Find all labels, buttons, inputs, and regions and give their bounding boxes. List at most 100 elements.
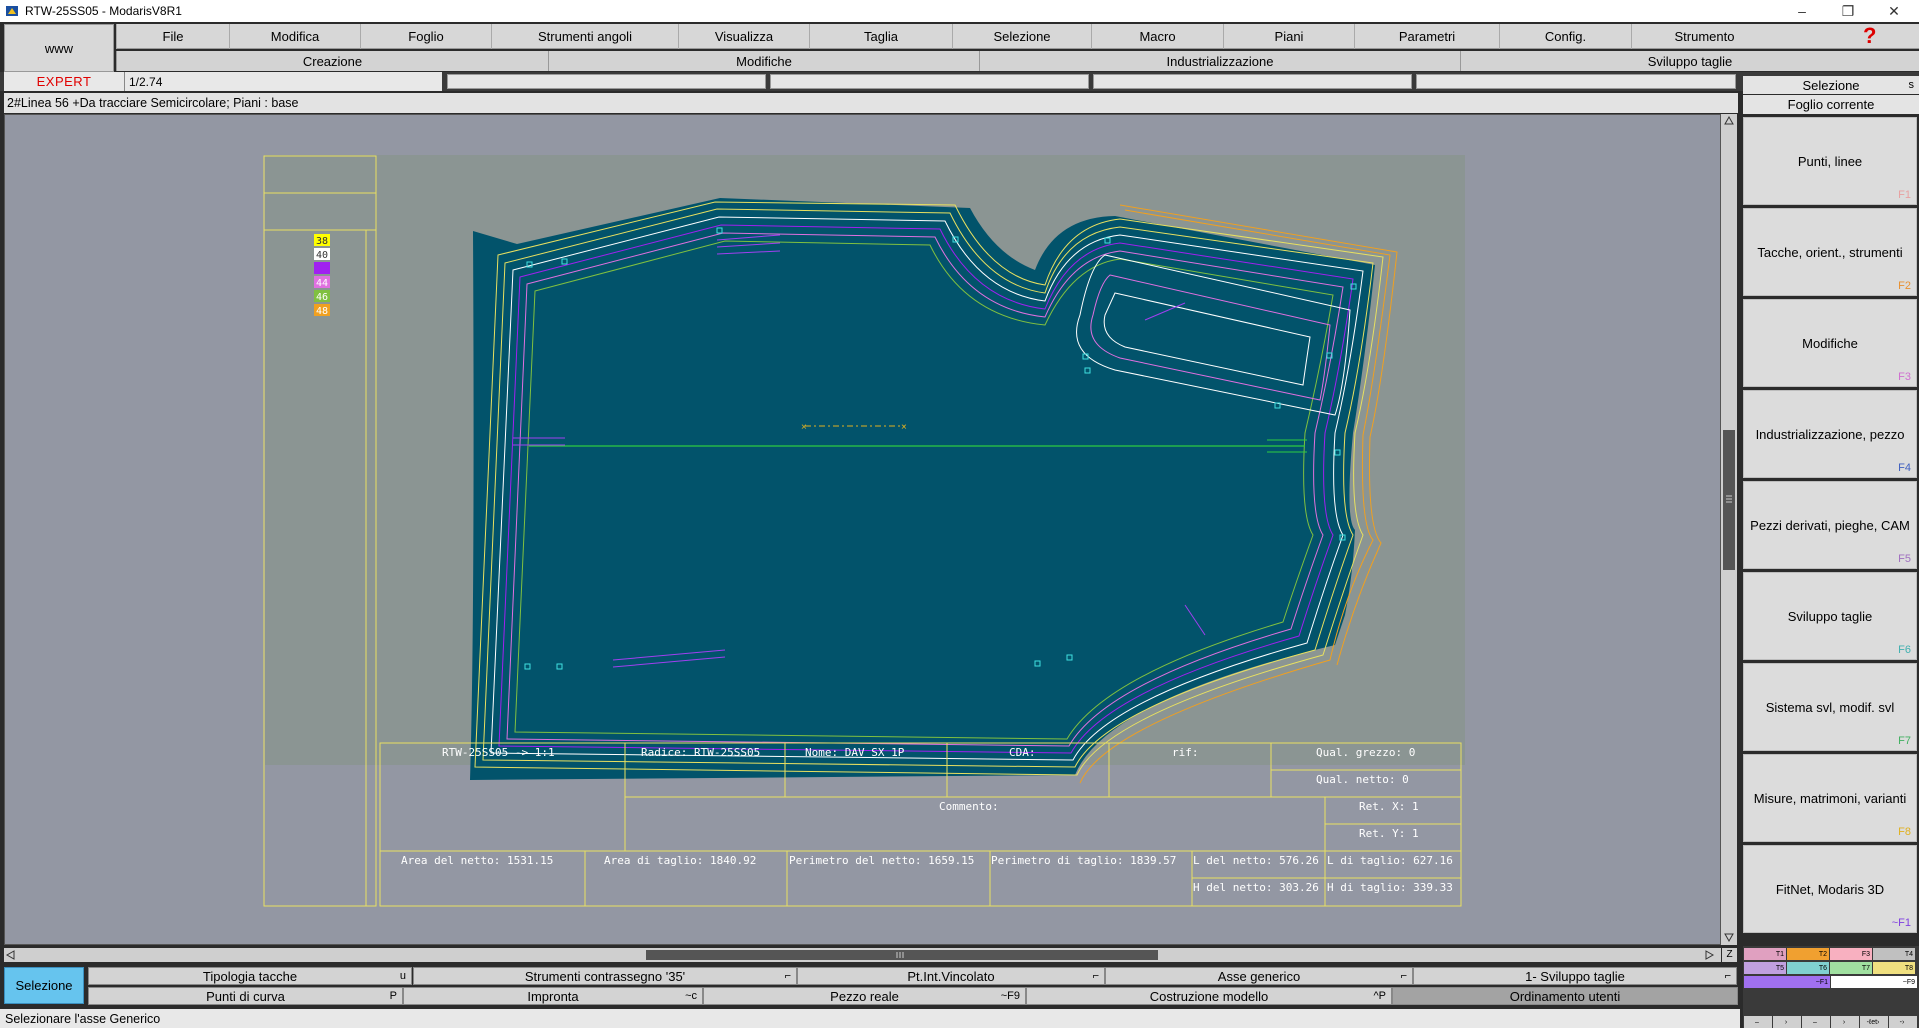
horizontal-scrollbar[interactable] <box>4 948 1721 962</box>
current-sheet-label[interactable]: Foglio corrente <box>1743 95 1919 114</box>
tb-perim-netto: Perimetro del netto: 1659.15 <box>789 854 974 867</box>
submenu-modifiche[interactable]: Modifiche <box>548 51 979 71</box>
panel-button-key: F4 <box>1898 462 1911 474</box>
mode-indicator: EXPERT <box>4 72 124 91</box>
panel-button-label: Punti, linee <box>1797 153 1863 169</box>
tb-ret-x: Ret. X: 1 <box>1359 800 1419 813</box>
tool-row1-1[interactable]: Strumenti contrassegno '35' ⌐ <box>413 967 797 985</box>
right-panel-header[interactable]: Selezione s <box>1743 76 1919 94</box>
panel-button-2[interactable]: Tacche, orient., strumenti F2 <box>1743 208 1917 296</box>
tool-row1-2[interactable]: Pt.Int.Vincolato ⌐ <box>797 967 1105 985</box>
tool-label: Pt.Int.Vincolato <box>907 968 995 984</box>
palette-cell[interactable]: T1 <box>1744 948 1786 960</box>
palette-nav-cell[interactable]: – <box>1744 1016 1772 1028</box>
palette-nav-cell[interactable]: -› <box>1889 1016 1917 1028</box>
submenu-creazione[interactable]: Creazione <box>116 51 548 71</box>
panel-button-8[interactable]: Misure, matrimoni, varianti F8 <box>1743 754 1917 842</box>
panel-button-key: F5 <box>1898 553 1911 565</box>
panel-button-key: F1 <box>1898 189 1911 201</box>
palette-nav-cell[interactable]: – <box>1802 1016 1830 1028</box>
zoom-corner-icon[interactable]: Z <box>1722 948 1737 962</box>
tool-shortcut: ⌐ <box>1400 970 1407 982</box>
palette-cell[interactable]: T6 <box>1787 962 1829 974</box>
panel-button-label: Industrializzazione, pezzo <box>1755 426 1905 442</box>
menu-selezione[interactable]: Selezione <box>952 24 1091 49</box>
tool-row2-3[interactable]: Costruzione modello ^P <box>1026 987 1392 1005</box>
menu-file[interactable]: File <box>116 24 229 49</box>
panel-button-7[interactable]: Sistema svl, modif. svl F7 <box>1743 663 1917 751</box>
menu-strumento[interactable]: Strumento <box>1631 24 1777 49</box>
palette-cell[interactable]: T5 <box>1744 962 1786 974</box>
scroll-up-icon <box>1724 115 1734 125</box>
vertical-scrollbar[interactable] <box>1721 114 1737 945</box>
menu-strumenti-angoli[interactable]: Strumenti angoli <box>491 24 678 49</box>
palette-nav-cell[interactable]: -ℓet› <box>1860 1016 1888 1028</box>
size-chip-label: 40 <box>316 250 328 261</box>
tool-row2-2[interactable]: Pezzo reale ~F9 <box>703 987 1026 1005</box>
palette-cell[interactable]: T4 <box>1873 948 1915 960</box>
help-icon[interactable]: ? <box>1863 25 1879 47</box>
tb-l-netto: L del netto: 576.26 <box>1193 854 1319 867</box>
minimize-button[interactable]: – <box>1785 0 1819 22</box>
panel-button-label: Sviluppo taglie <box>1787 608 1873 624</box>
palette-cell[interactable]: T2 <box>1787 948 1829 960</box>
palette-cell[interactable]: T8 <box>1873 962 1915 974</box>
status-message: Selezionare l'asse Generico <box>0 1009 1740 1028</box>
submenu-sviluppo-taglie[interactable]: Sviluppo taglie <box>1460 51 1919 71</box>
tool-row1-4[interactable]: 1- Sviluppo taglie ⌐ <box>1413 967 1737 985</box>
panel-button-3[interactable]: Modifiche F3 <box>1743 299 1917 387</box>
menu-visualizza[interactable]: Visualizza <box>678 24 809 49</box>
palette-cell[interactable]: ~F1 <box>1744 976 1830 988</box>
panel-button-4[interactable]: Industrializzazione, pezzo F4 <box>1743 390 1917 478</box>
vertical-scroll-thumb[interactable] <box>1723 430 1735 570</box>
palette-cell[interactable]: F3 <box>1830 948 1872 960</box>
work-canvas[interactable]: 38 40 44 46 48 × × RTW-25SS05 -> 1:1 Rad… <box>4 114 1721 945</box>
scroll-down-icon <box>1724 933 1734 943</box>
tool-shortcut: u <box>399 970 406 982</box>
tool-label: Costruzione modello <box>1149 988 1269 1004</box>
empty-field-4 <box>1416 74 1736 89</box>
submenu-industrializzazione[interactable]: Industrializzazione <box>979 51 1460 71</box>
tb-radice: Radice: RTW-25SS05 <box>641 746 760 759</box>
tool-row2-4[interactable]: Ordinamento utenti <box>1392 987 1738 1005</box>
svg-text:×: × <box>801 422 807 433</box>
menu-modifica[interactable]: Modifica <box>229 24 360 49</box>
empty-field-3 <box>1093 74 1412 89</box>
tb-rif: rif: <box>1172 746 1199 759</box>
palette-nav-cell[interactable]: › <box>1773 1016 1801 1028</box>
palette-cell[interactable]: T7 <box>1830 962 1872 974</box>
palette-cell[interactable]: ~F9 <box>1831 976 1917 988</box>
panel-button-key: F3 <box>1898 371 1911 383</box>
panel-button-9[interactable]: FitNet, Modaris 3D ~F1 <box>1743 845 1917 933</box>
panel-button-6[interactable]: Sviluppo taglie F6 <box>1743 572 1917 660</box>
close-button[interactable]: ✕ <box>1877 0 1911 22</box>
panel-button-1[interactable]: Punti, linee F1 <box>1743 117 1917 205</box>
menu-config[interactable]: Config. <box>1499 24 1631 49</box>
empty-field-2 <box>770 74 1089 89</box>
restore-button[interactable]: ❐ <box>1831 0 1865 22</box>
submenu-bar: Creazione Modifiche Industrializzazione … <box>116 51 1919 71</box>
tb-ret-y: Ret. Y: 1 <box>1359 827 1419 840</box>
menu-piani[interactable]: Piani <box>1223 24 1354 49</box>
palette-nav-cell[interactable]: › <box>1831 1016 1859 1028</box>
menu-foglio[interactable]: Foglio <box>360 24 491 49</box>
menu-macro[interactable]: Macro <box>1091 24 1223 49</box>
tool-row2-0[interactable]: Punti di curva P <box>88 987 403 1005</box>
www-button[interactable]: www <box>4 24 114 72</box>
tool-row2-1[interactable]: Impronta ~c <box>403 987 703 1005</box>
panel-button-label: Misure, matrimoni, varianti <box>1753 790 1907 806</box>
tool-row1-3[interactable]: Asse generico ⌐ <box>1105 967 1413 985</box>
tool-row1-0[interactable]: Tipologia tacche u <box>88 967 412 985</box>
tool-label: Impronta <box>527 988 579 1004</box>
tool-label: Ordinamento utenti <box>1509 988 1621 1004</box>
pattern-drawing[interactable]: 3840444648 × × RTW-25SS05 -> 1:1 Radice:… <box>5 115 1721 945</box>
size-chip-42[interactable] <box>314 262 330 274</box>
menu-parametri[interactable]: Parametri <box>1354 24 1499 49</box>
horizontal-scroll-thumb[interactable] <box>646 950 1158 960</box>
main-menubar: File Modifica Foglio Strumenti angoli Vi… <box>116 24 1919 49</box>
panel-button-5[interactable]: Pezzi derivati, pieghe, CAM F5 <box>1743 481 1917 569</box>
panel-button-label: Pezzi derivati, pieghe, CAM <box>1750 517 1910 533</box>
tb-h-taglio: H di taglio: 339.33 <box>1327 881 1453 894</box>
selection-mode-button[interactable]: Selezione <box>4 967 84 1004</box>
menu-taglia[interactable]: Taglia <box>809 24 952 49</box>
